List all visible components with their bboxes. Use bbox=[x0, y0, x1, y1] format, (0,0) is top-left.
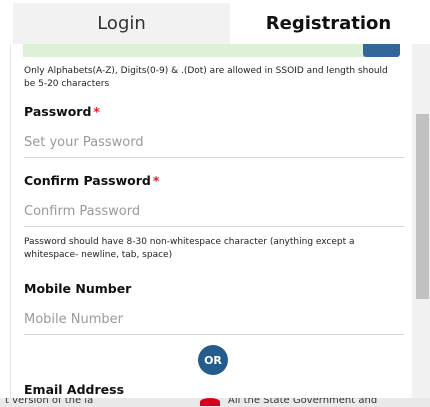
password-field[interactable] bbox=[24, 128, 404, 158]
mobile-number-field[interactable] bbox=[24, 305, 404, 335]
ticker-text-right: All the State Government and bbox=[228, 398, 378, 406]
ticker-text-left: t version of the la bbox=[5, 398, 94, 406]
scrollbar-thumb[interactable] bbox=[416, 114, 429, 299]
auth-tabs: Login Registration bbox=[0, 0, 430, 44]
password-label: Password * bbox=[24, 104, 100, 119]
mobile-number-label: Mobile Number bbox=[24, 281, 132, 296]
required-mark: * bbox=[152, 173, 160, 188]
confirm-password-field[interactable] bbox=[24, 197, 404, 227]
confirm-password-label-text: Confirm Password bbox=[24, 173, 151, 188]
tab-login[interactable]: Login bbox=[13, 3, 230, 44]
required-mark: * bbox=[93, 104, 100, 119]
check-ssoid-button[interactable] bbox=[363, 44, 400, 57]
news-ticker: t version of the la All the State Govern… bbox=[0, 398, 430, 407]
password-label-text: Password bbox=[24, 104, 92, 119]
password-hint: Password should have 8-30 non-whitespace… bbox=[24, 237, 355, 260]
or-badge: OR bbox=[198, 345, 228, 375]
tab-registration[interactable]: Registration bbox=[230, 3, 427, 44]
ssoid-availability-bar bbox=[23, 44, 373, 57]
form-scrollbar[interactable] bbox=[412, 44, 430, 400]
new-badge-icon bbox=[200, 398, 220, 406]
registration-form: Only Alphabets(A-Z), Digits(0-9) & .(Dot… bbox=[10, 44, 412, 398]
ssoid-hint: Only Alphabets(A-Z), Digits(0-9) & .(Dot… bbox=[24, 66, 388, 89]
confirm-password-label: Confirm Password * bbox=[24, 173, 159, 188]
email-address-label: Email Address bbox=[24, 382, 125, 397]
